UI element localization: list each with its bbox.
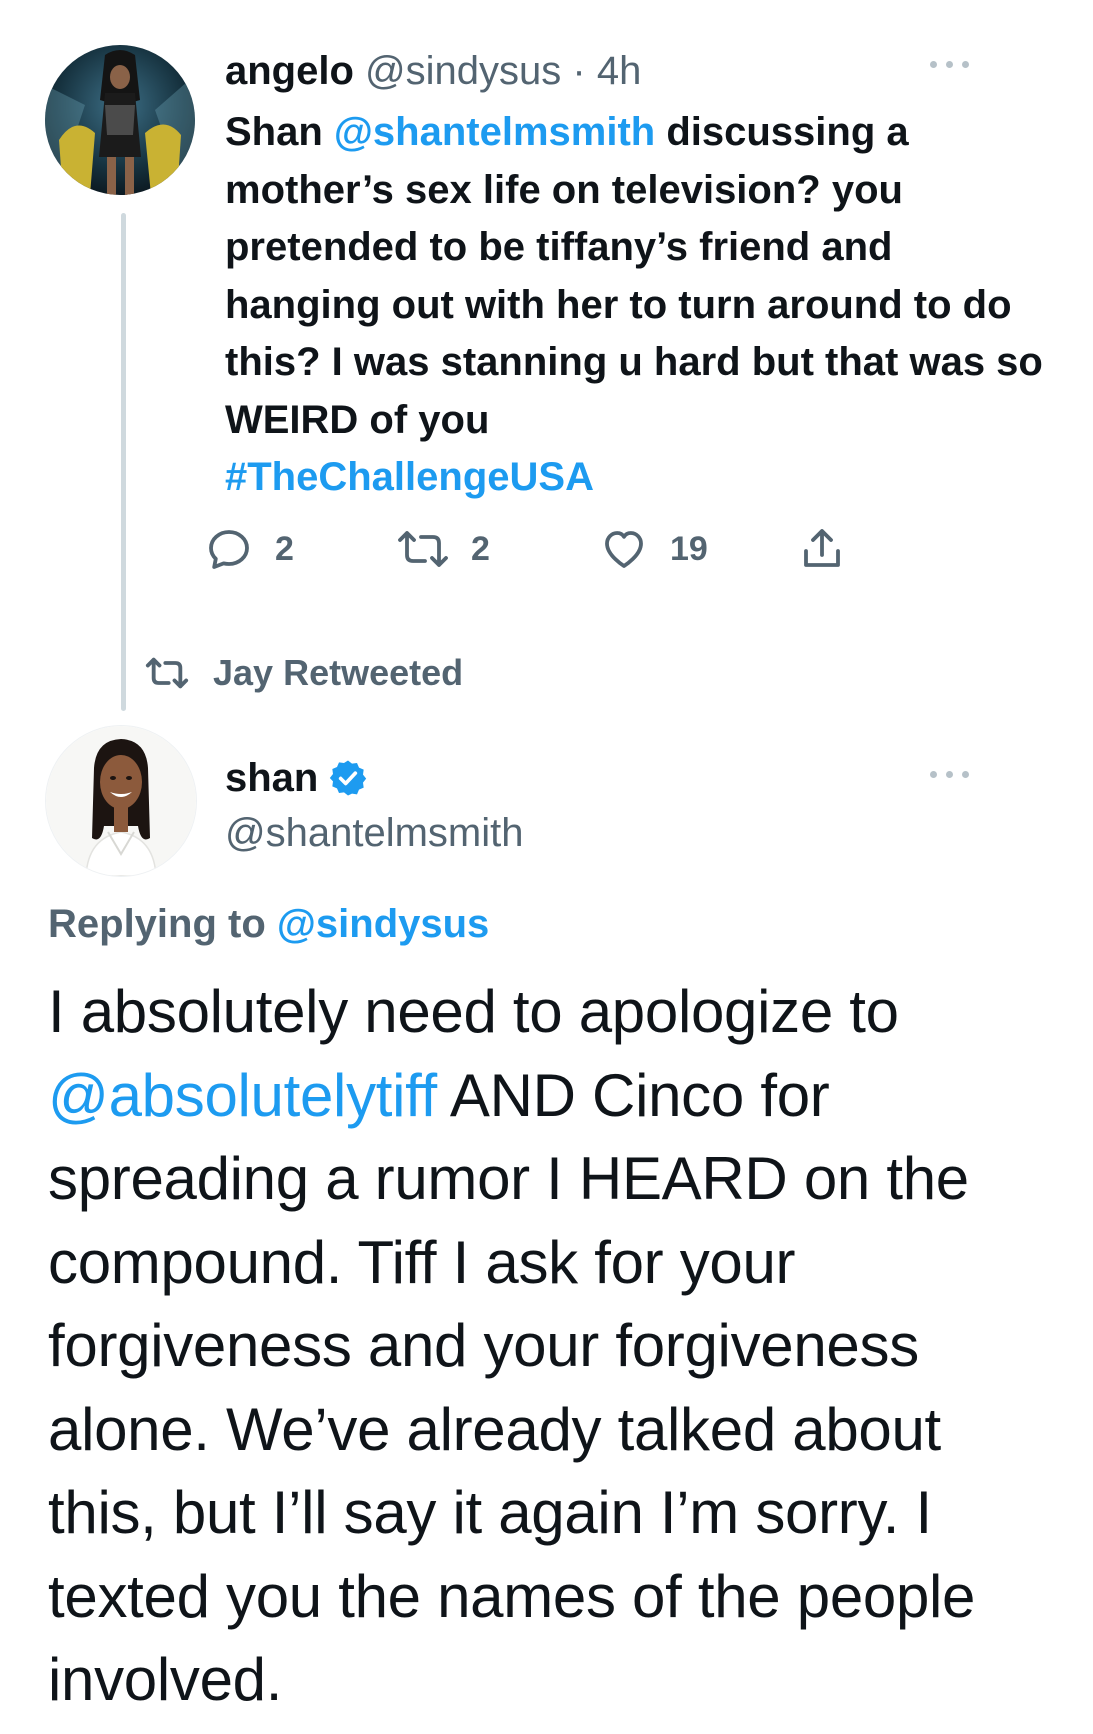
reply-icon (209, 530, 249, 569)
tweet1-header: angelo @sindysus · 4h (225, 45, 641, 97)
tweet2-name-row: shan (225, 750, 368, 806)
tweet2-handle[interactable]: @shantelmsmith (225, 805, 523, 861)
tweet2-text-rest: AND Cinco for spreading a rumor I HEARD … (48, 1061, 976, 1714)
reply-count: 2 (275, 529, 294, 568)
tweet1-handle[interactable]: @sindysus (365, 49, 561, 93)
tweet1-text: Shan @shantelmsmith discussing a mother’… (225, 104, 1045, 507)
tweet1-display-name[interactable]: angelo (225, 49, 354, 93)
tweet1-text-rest: discussing a mother’s sex life on televi… (225, 110, 1043, 442)
replying-to-link[interactable]: @sindysus (277, 902, 489, 946)
tweet2-display-name[interactable]: shan (225, 756, 318, 801)
like-button[interactable]: 19 (600, 524, 708, 574)
verified-badge-icon (330, 760, 367, 796)
tweet2-text-start: I absolutely need to apologize to (48, 978, 899, 1045)
replying-to: Replying to @sindysus (48, 896, 489, 952)
tweet2-more-options-icon[interactable] (928, 768, 972, 780)
avatar-angelo[interactable] (45, 45, 195, 195)
retweet-icon (398, 531, 448, 567)
tweet1-mention-link[interactable]: @shantelmsmith (334, 110, 655, 154)
social-context-retweeted[interactable]: Jay Retweeted (145, 648, 463, 698)
like-count: 19 (670, 529, 708, 568)
tweet2-text: I absolutely need to apologize to @absol… (48, 970, 1058, 1722)
retweet-count: 2 (471, 529, 490, 568)
tweet1-time[interactable]: 4h (597, 49, 642, 93)
tweet2-mention-link[interactable]: @absolutelytiff (48, 1062, 437, 1129)
tweet1-text-start: Shan (225, 110, 334, 154)
replying-to-prefix: Replying to (48, 902, 277, 946)
retweet-icon (145, 657, 189, 689)
tweet1-separator: · (572, 49, 586, 93)
retweet-button[interactable]: 2 (397, 524, 490, 574)
social-context-text: Jay Retweeted (213, 652, 464, 693)
heart-icon (605, 531, 643, 568)
tweet1-more-options-icon[interactable] (928, 58, 972, 70)
tweet1-hashtag-link[interactable]: #TheChallengeUSA (225, 455, 594, 499)
thread-connector-line (121, 213, 126, 711)
share-icon (804, 529, 840, 567)
reply-button[interactable]: 2 (205, 524, 294, 574)
share-button[interactable] (798, 524, 868, 574)
avatar-shan[interactable] (45, 725, 197, 877)
